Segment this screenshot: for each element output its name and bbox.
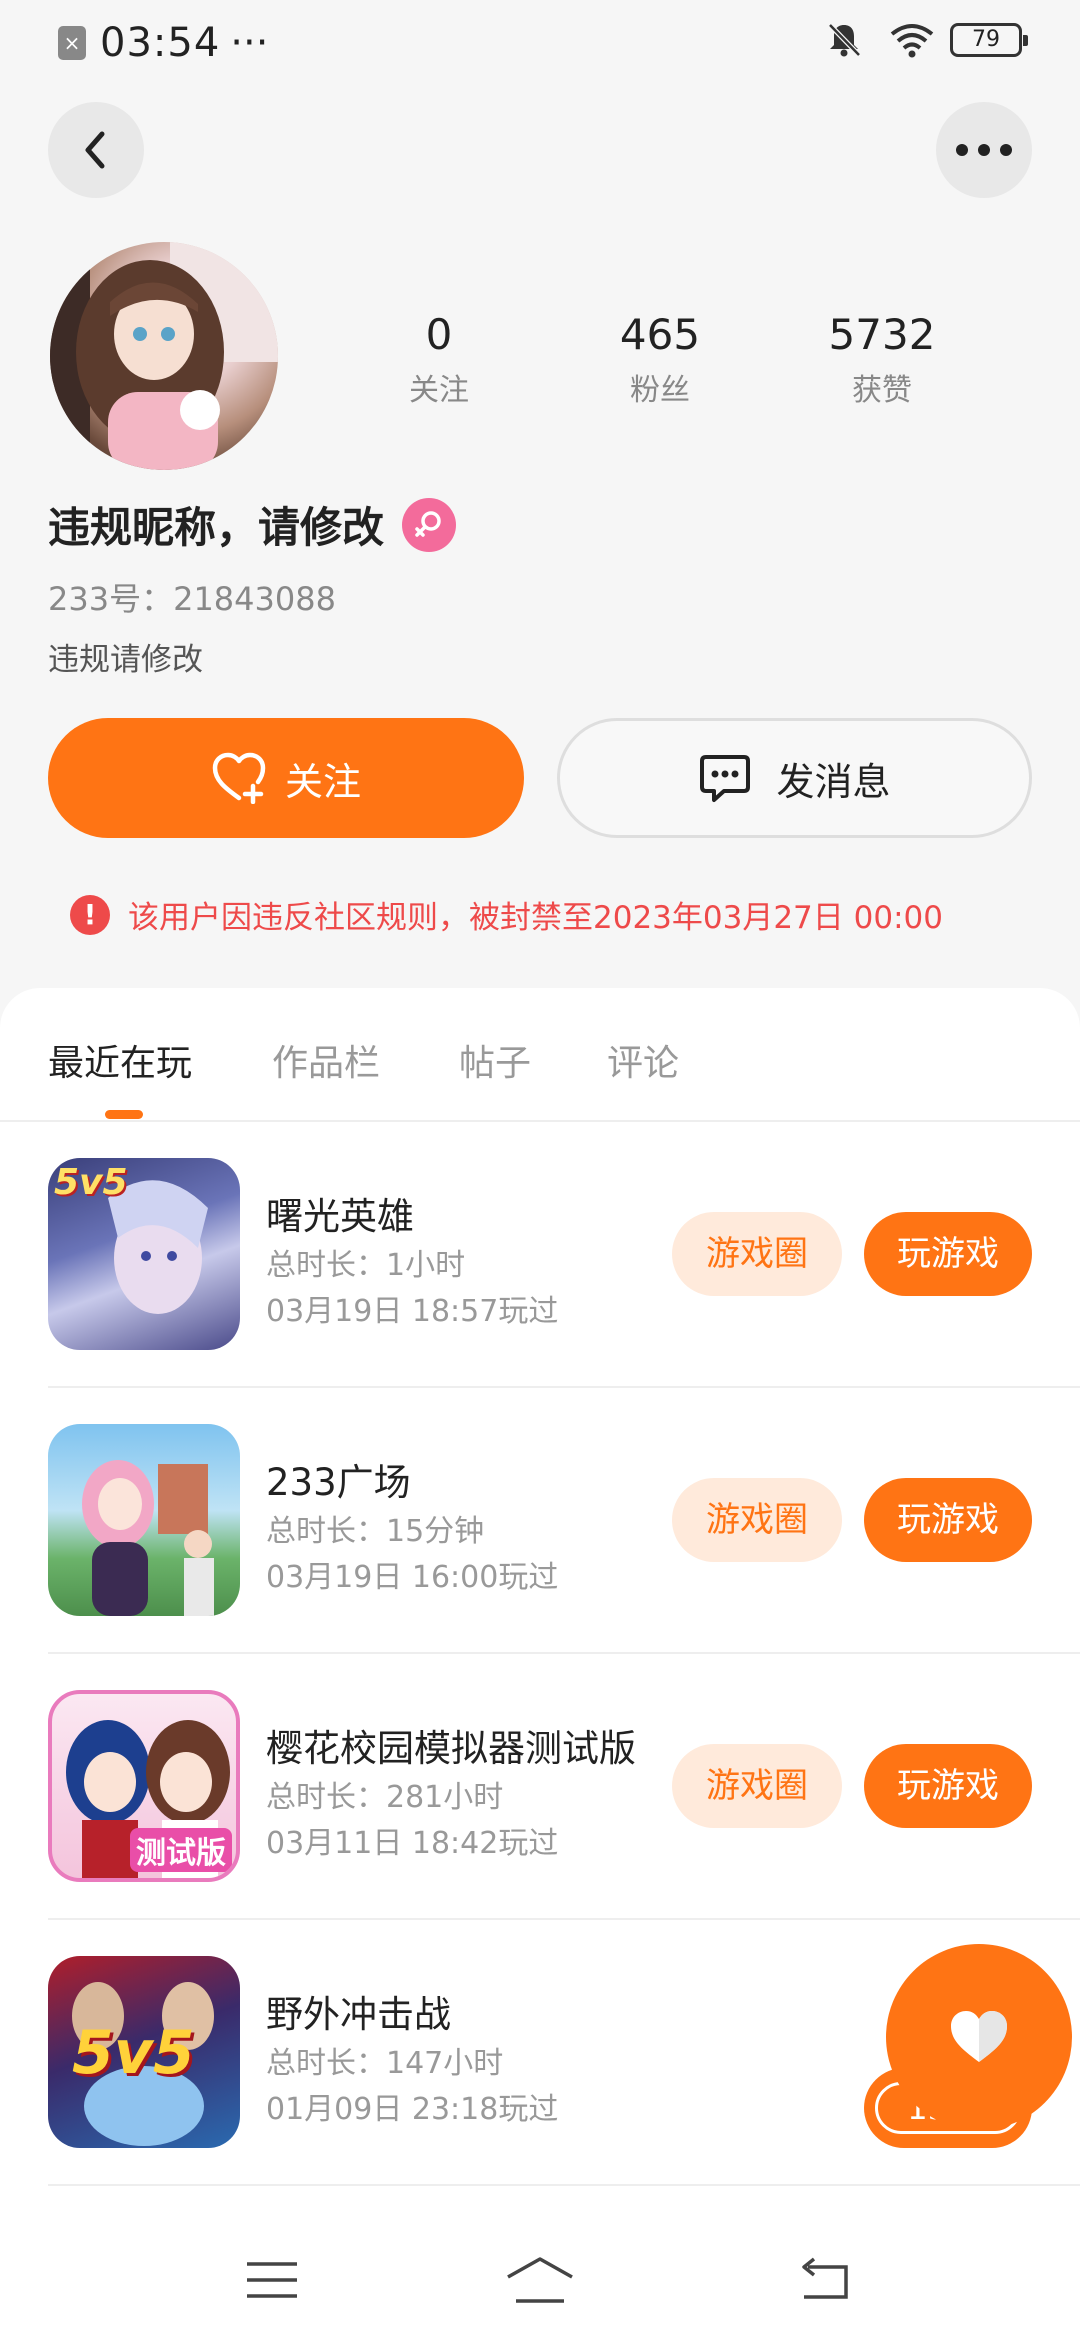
wifi-icon: [890, 24, 934, 58]
game-last-played: 03月19日 16:00玩过: [266, 1560, 559, 1595]
game-thumbnail[interactable]: [48, 1424, 240, 1616]
menu-icon: [247, 2262, 297, 2298]
avatar-illustration: [50, 242, 278, 470]
stat-label: 获赞: [852, 373, 912, 408]
user-bio: 违规请修改: [48, 642, 203, 678]
game-list-item[interactable]: 测试版 樱花校园模拟器测试版 总时长：281小时 03月11日 18:42玩过 …: [48, 1654, 1080, 1920]
bell-muted-icon: [828, 23, 861, 57]
more-dots-icon: [956, 144, 1012, 156]
stat-followers[interactable]: 465 粉丝: [560, 310, 760, 409]
follow-label: 关注: [284, 759, 361, 804]
more-options-button[interactable]: [936, 102, 1032, 198]
warning-icon: !: [70, 894, 110, 935]
like-button[interactable]: [886, 1944, 1072, 2130]
stat-label: 关注: [409, 373, 469, 408]
tab-bar: 最近在玩 作品栏 帖子 评论: [0, 988, 1080, 1122]
nav-back-button[interactable]: [784, 2250, 864, 2310]
game-name: 野外冲击战: [266, 1993, 451, 2036]
game-duration: 总时长：147小时: [266, 2046, 504, 2081]
female-gender-icon: [402, 497, 457, 552]
game-duration: 总时长：281小时: [266, 1780, 504, 1815]
thumb-badge: 5v5: [72, 2018, 195, 2088]
back-arrow-icon: [802, 2257, 848, 2299]
game-name: 233广场: [266, 1461, 411, 1504]
game-name: 曙光英雄: [266, 1195, 414, 1238]
system-nav-bar: [0, 2220, 1080, 2340]
user-id: 233号：21843088: [48, 580, 336, 618]
status-time: 03:54: [100, 20, 221, 66]
battery-icon: 79: [950, 23, 1028, 57]
sim-off-icon: ×: [58, 26, 86, 60]
floating-like-widget[interactable]: 1302: [864, 1944, 1072, 2148]
tab-posts[interactable]: 帖子: [459, 1034, 531, 1086]
chat-bubble-icon: [700, 755, 751, 802]
ban-notice-text: 该用户因违反社区规则，被封禁至2023年03月27日 00:00: [128, 900, 943, 936]
home-icon: [507, 2257, 573, 2303]
game-duration: 总时长：15分钟: [266, 1514, 485, 1549]
chevron-left-icon: [85, 131, 105, 169]
ban-notice: ! 该用户因违反社区规则，被封禁至2023年03月27日 00:00: [70, 892, 943, 937]
game-list-item[interactable]: 233广场 总时长：15分钟 03月19日 16:00玩过 游戏圈 玩游戏: [48, 1388, 1080, 1654]
message-label: 发消息: [776, 759, 891, 804]
thumb-badge: 5v5: [54, 1162, 128, 1203]
tab-comments[interactable]: 评论: [607, 1034, 679, 1086]
tab-recently-played[interactable]: 最近在玩: [48, 1034, 192, 1086]
status-bar: × 03:54 ··· 79: [0, 0, 1080, 86]
nav-menu-button[interactable]: [232, 2250, 312, 2310]
game-circle-button[interactable]: 游戏圈: [672, 1212, 842, 1296]
heart-plus-icon: [212, 752, 266, 804]
tab-works[interactable]: 作品栏: [272, 1034, 380, 1086]
thumb-badge: 测试版: [130, 1828, 232, 1872]
game-last-played: 03月11日 18:42玩过: [266, 1826, 559, 1861]
game-name: 樱花校园模拟器测试版: [266, 1727, 636, 1770]
stat-likes[interactable]: 5732 获赞: [782, 310, 982, 409]
game-last-played: 01月09日 23:18玩过: [266, 2092, 559, 2127]
back-button[interactable]: [48, 102, 144, 198]
nickname-row: 违规昵称，请修改: [48, 494, 457, 555]
stat-number: 465: [619, 310, 701, 359]
play-game-button[interactable]: 玩游戏: [864, 1212, 1032, 1296]
tab-indicator: [105, 1110, 143, 1119]
game-last-played: 03月19日 18:57玩过: [266, 1294, 559, 1329]
stat-following[interactable]: 0 关注: [339, 310, 539, 409]
stat-number: 5732: [828, 310, 936, 359]
stat-number: 0: [425, 310, 453, 359]
game-thumbnail[interactable]: 测试版: [48, 1690, 240, 1882]
game-circle-button[interactable]: 游戏圈: [672, 1478, 842, 1562]
follow-button[interactable]: 关注: [48, 718, 524, 838]
stat-label: 粉丝: [630, 373, 690, 408]
play-game-button[interactable]: 玩游戏: [864, 1478, 1032, 1562]
game-list-item[interactable]: 5v5 曙光英雄 总时长：1小时 03月19日 18:57玩过 游戏圈 玩游戏: [48, 1122, 1080, 1388]
nav-home-button[interactable]: [500, 2250, 580, 2310]
game-thumbnail[interactable]: 5v5: [48, 1158, 240, 1350]
game-duration: 总时长：1小时: [266, 1248, 466, 1283]
nickname: 违规昵称，请修改: [48, 503, 385, 552]
send-message-button[interactable]: 发消息: [557, 718, 1032, 838]
avatar[interactable]: [50, 242, 278, 470]
game-thumbnail[interactable]: 5v5: [48, 1956, 240, 2148]
play-game-button[interactable]: 玩游戏: [864, 1744, 1032, 1828]
game-circle-button[interactable]: 游戏圈: [672, 1744, 842, 1828]
heart-icon: [951, 2011, 1007, 2062]
status-more-dots: ···: [230, 20, 269, 66]
